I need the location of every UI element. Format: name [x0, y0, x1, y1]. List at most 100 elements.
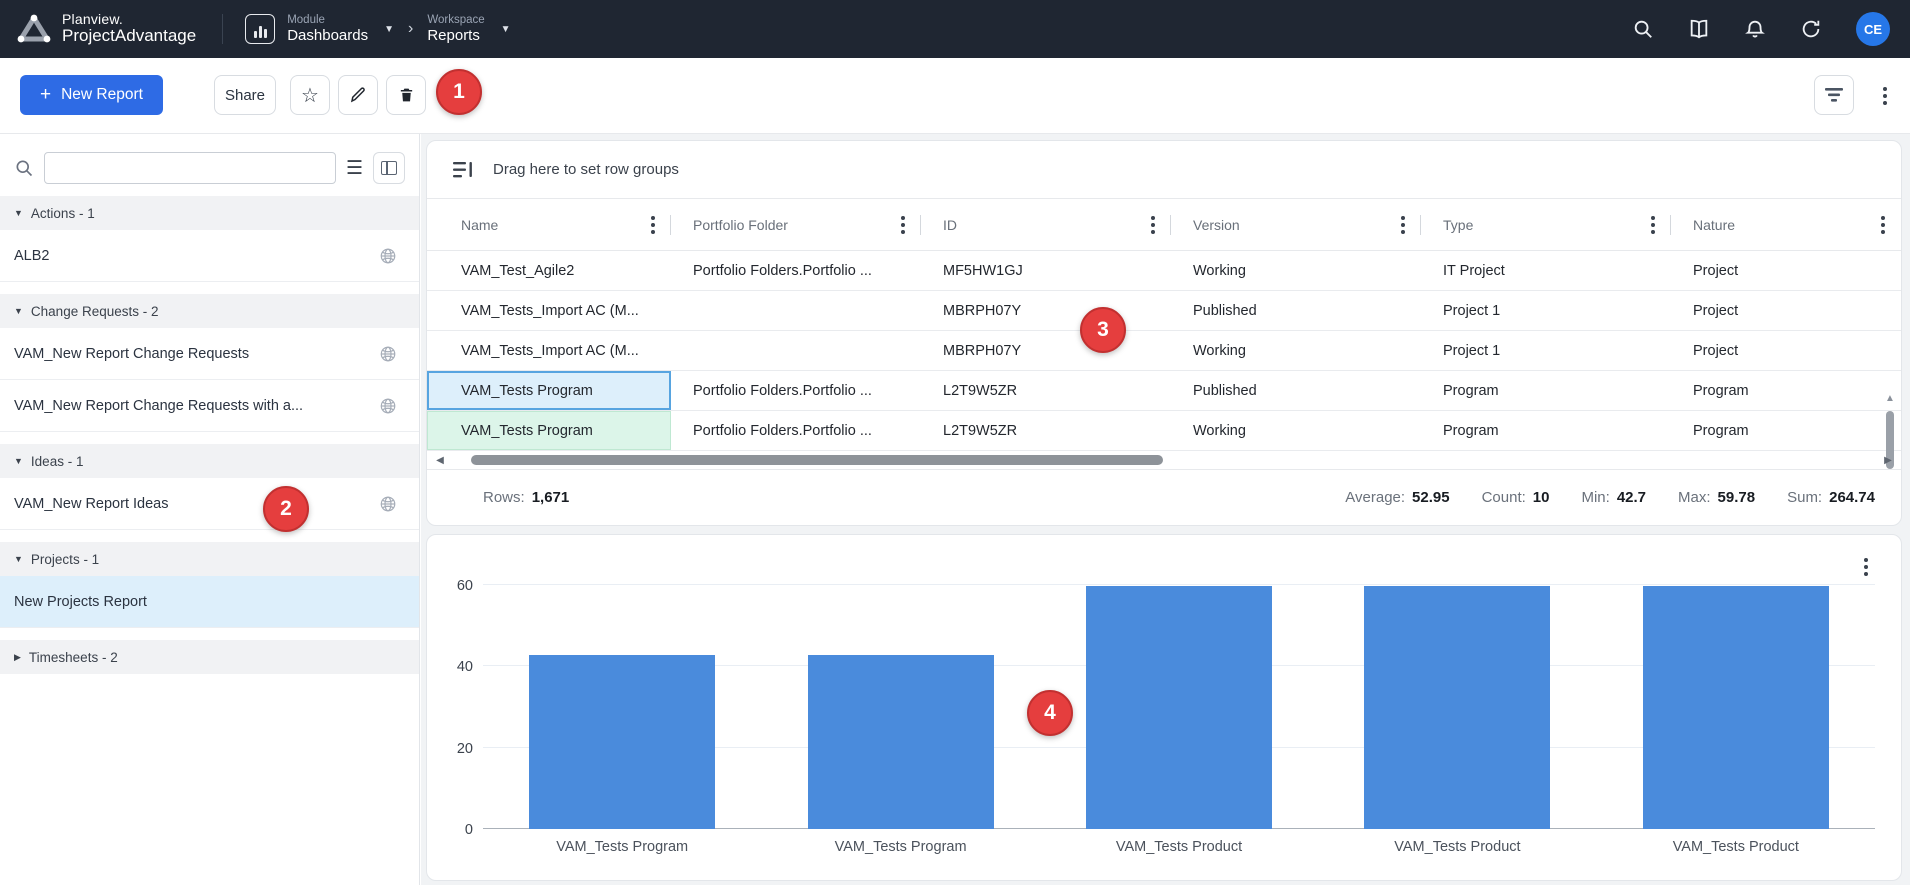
- cell-name[interactable]: VAM_Test_Agile2: [427, 251, 671, 290]
- triangle-down-icon: ▼: [14, 208, 23, 218]
- search-icon[interactable]: [1632, 18, 1654, 40]
- user-avatar[interactable]: CE: [1856, 12, 1890, 46]
- workspace-label: Reports: [427, 27, 484, 44]
- scroll-left-icon[interactable]: ◀: [427, 455, 453, 466]
- column-menu-icon[interactable]: [1881, 223, 1885, 227]
- cell-name-highlighted[interactable]: VAM_Tests Program: [427, 411, 671, 450]
- documentation-book-icon[interactable]: [1688, 18, 1710, 40]
- sidebar-section-projects[interactable]: ▼ Projects - 1: [0, 542, 419, 576]
- column-header-type[interactable]: Type: [1421, 199, 1671, 250]
- chevron-down-icon[interactable]: ▼: [501, 24, 511, 35]
- horizontal-scroll-track[interactable]: [453, 454, 1875, 466]
- filter-button[interactable]: [1814, 75, 1854, 115]
- toolbar-kebab-menu[interactable]: [1872, 82, 1898, 110]
- cell-portfolio[interactable]: Portfolio Folders.Portfolio ...: [671, 371, 921, 410]
- new-report-button[interactable]: + New Report: [20, 75, 163, 115]
- cell-id[interactable]: MBRPH07Y: [921, 331, 1171, 370]
- breadcrumb-module-dashboards[interactable]: Module Dashboards ▼: [245, 14, 394, 44]
- cell-type[interactable]: IT Project: [1421, 251, 1671, 290]
- cell-nature[interactable]: Program: [1671, 411, 1901, 450]
- report-item-label: VAM_New Report Change Requests: [14, 346, 249, 362]
- cell-type[interactable]: Program: [1421, 411, 1671, 450]
- sidebar-section-actions[interactable]: ▼ Actions - 1: [0, 196, 419, 230]
- cell-version[interactable]: Working: [1171, 251, 1421, 290]
- rows-label: Rows:: [483, 489, 525, 506]
- column-menu-icon[interactable]: [651, 223, 655, 227]
- bar-vam-tests-product-2[interactable]: [1364, 586, 1550, 829]
- collapse-panel-button[interactable]: [373, 152, 405, 184]
- scroll-right-icon[interactable]: ▶: [1875, 455, 1901, 466]
- column-menu-icon[interactable]: [1651, 223, 1655, 227]
- cell-nature[interactable]: Program: [1671, 371, 1901, 410]
- sidebar-item-alb2[interactable]: ALB2: [0, 230, 419, 282]
- cell-type[interactable]: Project 1: [1421, 291, 1671, 330]
- cell-name[interactable]: VAM_Tests_Import AC (M...: [427, 291, 671, 330]
- refresh-icon[interactable]: [1800, 18, 1822, 40]
- chart-kebab-menu[interactable]: [1853, 555, 1879, 583]
- sidebar-item-new-projects-report[interactable]: New Projects Report: [0, 576, 419, 628]
- cell-type[interactable]: Project 1: [1421, 331, 1671, 370]
- sidebar-menu-icon[interactable]: ☰: [346, 159, 363, 178]
- star-icon: ☆: [301, 83, 319, 108]
- column-header-portfolio-folder[interactable]: Portfolio Folder: [671, 199, 921, 250]
- cell-version[interactable]: Working: [1171, 331, 1421, 370]
- notifications-bell-icon[interactable]: [1744, 18, 1766, 40]
- edit-pencil-button[interactable]: [338, 75, 378, 115]
- table-row[interactable]: VAM_Test_Agile2 Portfolio Folders.Portfo…: [427, 251, 1901, 291]
- cell-nature[interactable]: Project: [1671, 291, 1901, 330]
- cell-portfolio[interactable]: [671, 331, 921, 370]
- column-header-version[interactable]: Version: [1171, 199, 1421, 250]
- column-header-id[interactable]: ID: [921, 199, 1171, 250]
- stat-value: 59.78: [1718, 489, 1756, 506]
- chevron-down-icon[interactable]: ▼: [384, 24, 394, 35]
- delete-trash-button[interactable]: [386, 75, 426, 115]
- sidebar-section-ideas[interactable]: ▼ Ideas - 1: [0, 444, 419, 478]
- cell-portfolio[interactable]: [671, 291, 921, 330]
- cell-version[interactable]: Working: [1171, 411, 1421, 450]
- scroll-up-icon[interactable]: ▲: [1883, 393, 1897, 404]
- cell-name-selected[interactable]: VAM_Tests Program: [427, 371, 671, 410]
- sidebar-item-change-requests-1[interactable]: VAM_New Report Change Requests: [0, 328, 419, 380]
- cell-portfolio[interactable]: Portfolio Folders.Portfolio ...: [671, 411, 921, 450]
- cell-nature[interactable]: Project: [1671, 251, 1901, 290]
- column-header-nature[interactable]: Nature: [1671, 199, 1901, 250]
- new-report-label: New Report: [61, 86, 143, 104]
- sidebar-section-change-requests[interactable]: ▼ Change Requests - 2: [0, 294, 419, 328]
- cell-id[interactable]: MBRPH07Y: [921, 291, 1171, 330]
- table-row[interactable]: VAM_Tests_Import AC (M... MBRPH07Y Publi…: [427, 291, 1901, 331]
- favorite-star-button[interactable]: ☆: [290, 75, 330, 115]
- cell-version[interactable]: Published: [1171, 371, 1421, 410]
- planview-triangle-icon: [16, 13, 52, 45]
- x-tick-label: VAM_Tests Program: [761, 839, 1039, 855]
- share-button[interactable]: Share: [214, 75, 276, 115]
- cell-id[interactable]: L2T9W5ZR: [921, 371, 1171, 410]
- cell-name[interactable]: VAM_Tests_Import AC (M...: [427, 331, 671, 370]
- breadcrumb-workspace-reports[interactable]: Workspace Reports ▼: [427, 14, 510, 44]
- cell-type[interactable]: Program: [1421, 371, 1671, 410]
- column-menu-icon[interactable]: [1151, 223, 1155, 227]
- cell-id[interactable]: L2T9W5ZR: [921, 411, 1171, 450]
- column-menu-icon[interactable]: [1401, 223, 1405, 227]
- table-row[interactable]: VAM_Tests_Import AC (M... MBRPH07Y Worki…: [427, 331, 1901, 371]
- cell-id[interactable]: MF5HW1GJ: [921, 251, 1171, 290]
- sidebar-item-change-requests-2[interactable]: VAM_New Report Change Requests with a...: [0, 380, 419, 432]
- bar-vam-tests-program-2[interactable]: [808, 655, 994, 829]
- bar-vam-tests-product-1[interactable]: [1086, 586, 1272, 829]
- sidebar-item-ideas[interactable]: VAM_New Report Ideas: [0, 478, 419, 530]
- table-row-highlighted[interactable]: VAM_Tests Program Portfolio Folders.Port…: [427, 411, 1901, 451]
- cell-nature[interactable]: Project: [1671, 331, 1901, 370]
- row-groups-dropzone[interactable]: Drag here to set row groups: [427, 141, 1901, 199]
- bar-vam-tests-product-3[interactable]: [1643, 586, 1829, 829]
- sidebar-search-icon: [14, 158, 34, 178]
- sidebar-section-timesheets[interactable]: ▶ Timesheets - 2: [0, 640, 419, 674]
- cell-version[interactable]: Published: [1171, 291, 1421, 330]
- horizontal-scrollbar[interactable]: ◀ ▶: [427, 451, 1901, 469]
- bar-vam-tests-program-1[interactable]: [529, 655, 715, 829]
- column-header-name[interactable]: Name: [427, 199, 671, 250]
- horizontal-scroll-thumb[interactable]: [471, 455, 1163, 465]
- cell-portfolio[interactable]: Portfolio Folders.Portfolio ...: [671, 251, 921, 290]
- column-menu-icon[interactable]: [901, 223, 905, 227]
- table-row-selected[interactable]: VAM_Tests Program Portfolio Folders.Port…: [427, 371, 1901, 411]
- rows-value: 1,671: [532, 489, 570, 506]
- sidebar-search-input[interactable]: [44, 152, 336, 184]
